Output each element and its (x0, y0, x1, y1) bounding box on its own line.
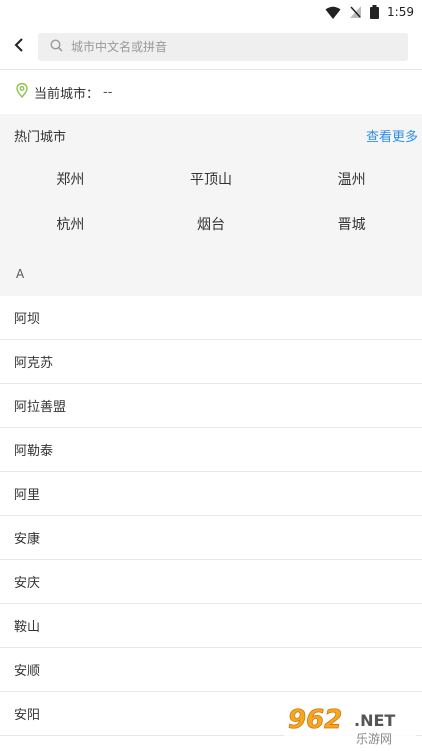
current-city-label: 当前城市： (34, 86, 100, 102)
current-city-value: -- (103, 84, 113, 100)
city-list-item[interactable]: 阿克苏 (0, 340, 422, 384)
location-pin-icon (16, 82, 28, 102)
city-list-item[interactable]: 安顺 (0, 648, 422, 692)
search-icon (50, 37, 63, 56)
hot-city-item[interactable]: 杭州 (0, 201, 141, 246)
city-list-item[interactable]: 安庆 (0, 560, 422, 604)
back-button[interactable] (4, 31, 34, 63)
watermark-logo: 962 .NET 乐游网 (284, 701, 416, 747)
wifi-icon (325, 6, 341, 19)
city-list: 阿坝 阿克苏 阿拉善盟 阿勒泰 阿里 安康 安庆 鞍山 安顺 安阳 澳门 (0, 296, 422, 751)
hot-city-item[interactable]: 烟台 (141, 201, 282, 246)
search-box[interactable] (38, 32, 408, 61)
hot-cities-grid: 郑州 平顶山 温州 杭州 烟台 晋城 (0, 156, 422, 246)
current-city-row: 当前城市： -- (0, 70, 422, 114)
svg-text:乐游网: 乐游网 (356, 732, 392, 746)
status-bar: 1:59 (0, 0, 422, 24)
battery-icon (370, 5, 380, 19)
hot-cities-title: 热门城市 (14, 129, 67, 145)
city-list-item[interactable]: 阿勒泰 (0, 428, 422, 472)
chevron-left-icon (14, 37, 24, 56)
city-list-item[interactable]: 阿坝 (0, 296, 422, 340)
letter-section-header: A (0, 252, 422, 296)
hot-city-item[interactable]: 郑州 (0, 156, 141, 201)
hot-cities-header: 热门城市 查看更多 (0, 114, 422, 156)
svg-text:.NET: .NET (354, 711, 395, 730)
hot-city-item[interactable]: 温州 (281, 156, 422, 201)
status-time: 1:59 (387, 5, 414, 19)
city-list-item[interactable]: 安康 (0, 516, 422, 560)
city-list-item[interactable]: 鞍山 (0, 604, 422, 648)
city-list-item[interactable]: 阿拉善盟 (0, 384, 422, 428)
hot-city-item[interactable]: 平顶山 (141, 156, 282, 201)
hot-city-item[interactable]: 晋城 (281, 201, 422, 246)
svg-text:962: 962 (288, 705, 342, 735)
view-more-link[interactable]: 查看更多 (366, 126, 418, 145)
no-signal-icon (349, 5, 362, 19)
hot-cities-section: 热门城市 查看更多 郑州 平顶山 温州 杭州 烟台 晋城 (0, 114, 422, 252)
search-input[interactable] (71, 39, 408, 54)
search-header (0, 24, 422, 70)
city-list-item[interactable]: 阿里 (0, 472, 422, 516)
